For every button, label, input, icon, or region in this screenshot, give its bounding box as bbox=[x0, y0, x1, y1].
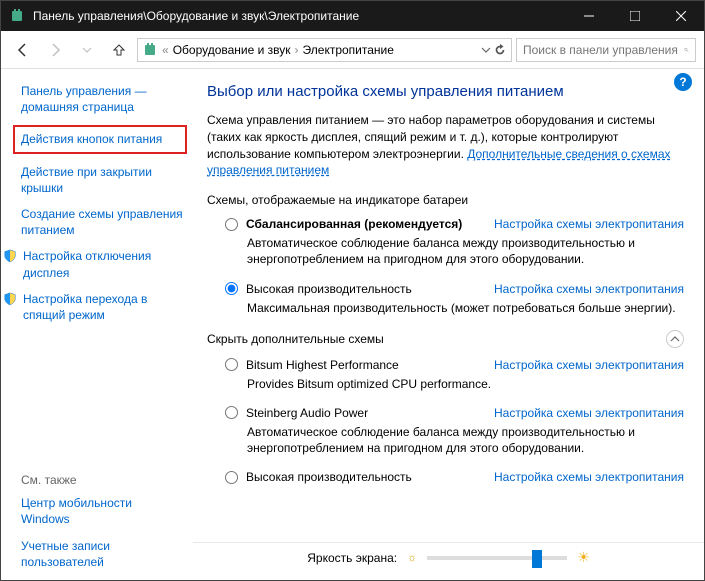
plan-description: Provides Bitsum optimized CPU performanc… bbox=[247, 376, 684, 392]
sidebar-see-also-mobility[interactable]: Центр мобильности Windows bbox=[21, 495, 183, 527]
brightness-low-icon: ☼ bbox=[407, 552, 417, 564]
titlebar: Панель управления\Оборудование и звук\Эл… bbox=[1, 1, 704, 31]
chevron-down-icon[interactable] bbox=[481, 45, 491, 55]
brightness-slider[interactable] bbox=[427, 556, 567, 560]
help-icon[interactable]: ? bbox=[674, 73, 692, 91]
power-plan: Высокая производительность Настройка схем… bbox=[225, 470, 684, 484]
shield-icon bbox=[3, 292, 17, 306]
plan-radio[interactable] bbox=[225, 358, 238, 371]
search-box[interactable] bbox=[516, 38, 696, 62]
main-content: ? Выбор или настройка схемы управления п… bbox=[193, 69, 704, 580]
sidebar-item-label: Настройка отключения дисплея bbox=[23, 248, 183, 280]
plan-configure-link[interactable]: Настройка схемы электропитания bbox=[494, 406, 684, 420]
sidebar: Панель управления — домашняя страница Де… bbox=[1, 69, 193, 580]
search-icon bbox=[684, 43, 689, 57]
plan-configure-link[interactable]: Настройка схемы электропитания bbox=[494, 358, 684, 372]
plan-configure-link[interactable]: Настройка схемы электропитания bbox=[494, 217, 684, 231]
sidebar-item-sleep[interactable]: Настройка перехода в спящий режим bbox=[3, 291, 183, 323]
breadcrumb-prefix-icon: « bbox=[162, 43, 169, 57]
plan-description: Максимальная производительность (может п… bbox=[247, 300, 684, 316]
sidebar-item-label: Настройка перехода в спящий режим bbox=[23, 291, 183, 323]
power-plan: Steinberg Audio Power Настройка схемы эле… bbox=[225, 406, 684, 456]
plan-description: Автоматическое соблюдение баланса между … bbox=[247, 235, 684, 267]
addressbar: « Оборудование и звук › Электропитание bbox=[1, 31, 704, 69]
breadcrumb[interactable]: « Оборудование и звук › Электропитание bbox=[137, 38, 512, 62]
power-options-icon bbox=[9, 8, 25, 24]
forward-button[interactable] bbox=[41, 36, 69, 64]
collapse-icon[interactable] bbox=[666, 330, 684, 348]
back-button[interactable] bbox=[9, 36, 37, 64]
plan-configure-link[interactable]: Настройка схемы электропитания bbox=[494, 282, 684, 296]
plan-name: Высокая производительность bbox=[246, 282, 412, 296]
refresh-icon[interactable] bbox=[493, 43, 507, 57]
brightness-high-icon: ☀ bbox=[577, 549, 590, 566]
plan-name: Steinberg Audio Power bbox=[246, 406, 368, 420]
section-battery-plans: Схемы, отображаемые на индикаторе батаре… bbox=[207, 193, 684, 207]
close-button[interactable] bbox=[658, 1, 704, 31]
plan-name: Сбалансированная (рекомендуется) bbox=[246, 217, 462, 231]
see-also-header: См. также bbox=[21, 473, 183, 487]
brightness-row: Яркость экрана: ☼ ☀ bbox=[193, 542, 704, 572]
sidebar-home-link[interactable]: Панель управления — домашняя страница bbox=[21, 83, 183, 115]
power-plan: Bitsum Highest Performance Настройка схем… bbox=[225, 358, 684, 392]
window-title: Панель управления\Оборудование и звук\Эл… bbox=[33, 9, 566, 23]
sidebar-item-lid-action[interactable]: Действие при закрытии крышки bbox=[21, 164, 183, 196]
plan-name: Bitsum Highest Performance bbox=[246, 358, 399, 372]
section-hidden-plans[interactable]: Скрыть дополнительные схемы bbox=[207, 330, 684, 348]
up-button[interactable] bbox=[105, 36, 133, 64]
power-plan: Сбалансированная (рекомендуется) Настройк… bbox=[225, 217, 684, 267]
plan-name: Высокая производительность bbox=[246, 470, 412, 484]
maximize-button[interactable] bbox=[612, 1, 658, 31]
history-dropdown[interactable] bbox=[73, 36, 101, 64]
breadcrumb-parent[interactable]: Оборудование и звук bbox=[173, 43, 291, 57]
page-title: Выбор или настройка схемы управления пит… bbox=[207, 83, 684, 100]
plan-radio[interactable] bbox=[225, 218, 238, 231]
plan-radio[interactable] bbox=[225, 406, 238, 419]
sidebar-see-also-accounts[interactable]: Учетные записи пользователей bbox=[21, 538, 183, 570]
plan-radio[interactable] bbox=[225, 282, 238, 295]
brightness-label: Яркость экрана: bbox=[307, 551, 397, 565]
power-options-icon bbox=[142, 42, 158, 58]
plan-description: Автоматическое соблюдение баланса между … bbox=[247, 424, 684, 456]
sidebar-item-create-plan[interactable]: Создание схемы управления питанием bbox=[21, 206, 183, 238]
minimize-button[interactable] bbox=[566, 1, 612, 31]
chevron-right-icon: › bbox=[295, 43, 299, 57]
slider-thumb[interactable] bbox=[532, 550, 542, 568]
breadcrumb-current[interactable]: Электропитание bbox=[303, 43, 394, 57]
plan-configure-link[interactable]: Настройка схемы электропитания bbox=[494, 470, 684, 484]
sidebar-item-power-buttons[interactable]: Действия кнопок питания bbox=[13, 125, 187, 153]
power-plan: Высокая производительность Настройка схем… bbox=[225, 282, 684, 316]
search-input[interactable] bbox=[523, 43, 678, 57]
sidebar-item-display-off[interactable]: Настройка отключения дисплея bbox=[3, 248, 183, 280]
page-description: Схема управления питанием — это набор па… bbox=[207, 112, 684, 179]
shield-icon bbox=[3, 249, 17, 263]
plan-radio[interactable] bbox=[225, 471, 238, 484]
